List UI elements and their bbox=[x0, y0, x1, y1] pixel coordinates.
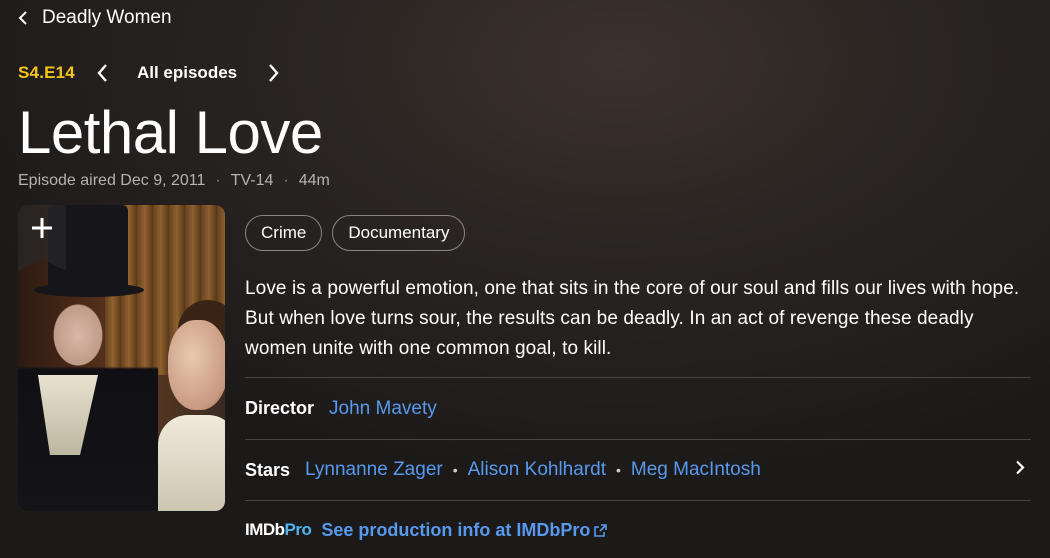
meta-separator: · bbox=[283, 172, 289, 189]
page-title: Lethal Love bbox=[18, 99, 323, 166]
chevron-right-icon[interactable] bbox=[1015, 460, 1025, 481]
next-episode-button[interactable] bbox=[261, 60, 287, 86]
plot-summary: Love is a powerful emotion, one that sit… bbox=[245, 278, 1020, 359]
stars-row[interactable]: Stars Lynnanne Zager • Alison Kohlhardt … bbox=[245, 439, 1031, 501]
credits-list: Director John Mavety Stars Lynnanne Zage… bbox=[245, 377, 1031, 501]
episode-poster[interactable] bbox=[18, 205, 225, 511]
chevron-left-icon bbox=[18, 11, 28, 25]
air-date: Episode aired Dec 9, 2011 bbox=[18, 172, 206, 189]
runtime: 44m bbox=[298, 172, 330, 189]
previous-episode-button[interactable] bbox=[89, 60, 115, 86]
external-link-icon bbox=[594, 523, 608, 537]
credit-separator: • bbox=[616, 462, 621, 478]
star-link[interactable]: Lynnanne Zager bbox=[305, 459, 443, 481]
chevron-left-icon bbox=[97, 64, 107, 82]
imdbpro-row: IMDbPro See production info at IMDbPro bbox=[245, 518, 608, 542]
genre-chip[interactable]: Crime bbox=[245, 215, 323, 251]
series-title: Deadly Women bbox=[42, 7, 172, 28]
imdbpro-link-label: See production info at IMDbPro bbox=[321, 519, 591, 540]
plus-icon bbox=[32, 218, 52, 238]
poster-image-part bbox=[158, 415, 225, 511]
star-link[interactable]: Alison Kohlhardt bbox=[468, 459, 606, 481]
director-label: Director bbox=[245, 398, 315, 418]
all-episodes-link[interactable]: All episodes bbox=[137, 63, 237, 83]
chevron-right-icon bbox=[269, 64, 279, 82]
content-rating[interactable]: TV-14 bbox=[231, 172, 274, 190]
episode-meta: Episode aired Dec 9, 2011 · TV-14 · 44m bbox=[18, 172, 330, 190]
star-link[interactable]: Meg MacIntosh bbox=[631, 459, 761, 481]
imdbpro-link[interactable]: See production info at IMDbPro bbox=[321, 519, 608, 541]
poster-image-part bbox=[168, 320, 225, 410]
back-link[interactable]: Deadly Women bbox=[18, 6, 172, 30]
imdbpro-logo-pro: Pro bbox=[284, 520, 312, 539]
imdbpro-logo-imdb: IMDb bbox=[245, 520, 285, 539]
genre-chip[interactable]: Documentary bbox=[332, 215, 466, 251]
credit-separator: • bbox=[452, 462, 458, 478]
genre-chips: Crime Documentary bbox=[245, 215, 466, 251]
poster-image-part bbox=[34, 283, 144, 297]
episode-code: S4.E14 bbox=[18, 63, 75, 82]
imdbpro-logo: IMDbPro bbox=[245, 520, 312, 540]
director-row: Director John Mavety bbox=[245, 377, 1031, 439]
meta-separator: · bbox=[215, 172, 221, 189]
director-link[interactable]: John Mavety bbox=[329, 398, 437, 420]
stars-label[interactable]: Stars bbox=[245, 460, 290, 481]
episode-navigation: S4.E14 All episodes bbox=[18, 60, 287, 86]
